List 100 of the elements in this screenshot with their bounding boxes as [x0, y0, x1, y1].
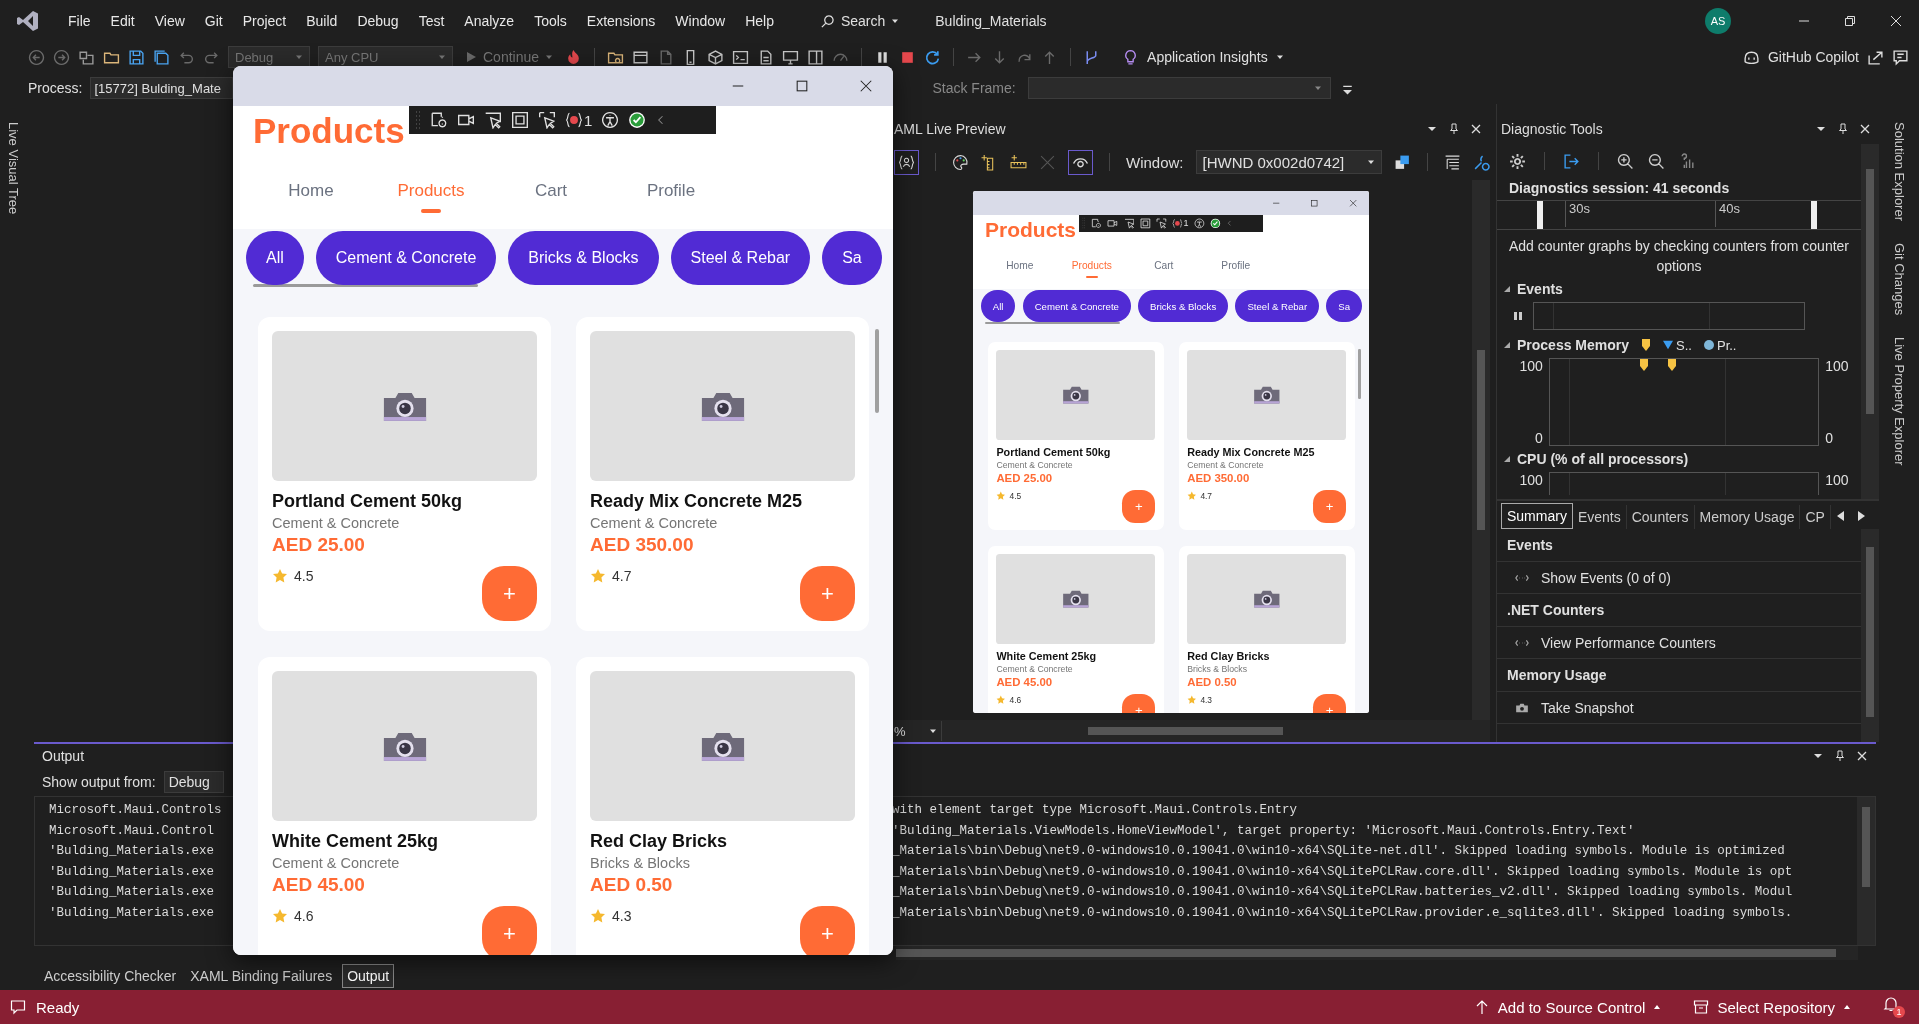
frame-icon[interactable]	[511, 111, 529, 129]
product-card[interactable]: Portland Cement 50kg Cement & Concrete AED 25.00 4.5 +	[988, 341, 1164, 530]
error-braces-icon[interactable]	[1172, 218, 1183, 229]
application-insights-button[interactable]: Application Insights	[1147, 49, 1284, 65]
notifications-button[interactable]: 1	[1883, 996, 1905, 1018]
side-tab[interactable]: Git Changes	[1886, 239, 1913, 320]
package-icon[interactable]	[707, 48, 725, 66]
restart-icon[interactable]	[924, 48, 942, 66]
back-icon[interactable]	[28, 48, 45, 66]
scrollbar[interactable]	[875, 329, 879, 413]
pointer-frame-icon[interactable]	[538, 111, 556, 129]
restore-icon[interactable]	[1842, 13, 1858, 29]
product-card[interactable]: Portland Cement 50kg Cement & Concrete AED 25.00 4.5 +	[258, 317, 551, 631]
github-copilot-button[interactable]: GitHub Copilot	[1767, 49, 1859, 65]
close-icon[interactable]	[859, 79, 873, 93]
menu-item[interactable]: Test	[408, 9, 455, 33]
category-chip[interactable]: Steel & Rebar	[1235, 290, 1320, 323]
scrollbar[interactable]	[1861, 529, 1879, 742]
scrollbar[interactable]	[1358, 348, 1361, 400]
new-project-icon[interactable]	[78, 48, 95, 66]
error-braces-icon[interactable]	[565, 111, 583, 129]
ruler-icon[interactable]	[1010, 153, 1027, 171]
side-tab[interactable]: Live Property Explorer	[1886, 333, 1913, 470]
summary-link[interactable]: View Performance Counters	[1541, 634, 1716, 651]
menu-item[interactable]: Edit	[100, 9, 145, 33]
side-tab[interactable]: Live Visual Tree	[0, 118, 27, 219]
share-icon[interactable]	[1867, 48, 1884, 66]
eye-icon[interactable]	[1068, 149, 1093, 175]
summary-link[interactable]: Show Events (0 of 0)	[1541, 569, 1671, 586]
side-tab[interactable]: Solution Explorer	[1886, 118, 1913, 225]
product-card[interactable]: Ready Mix Concrete M25 Cement & Concrete AED 350.00 4.7 +	[576, 317, 869, 631]
scrollbar[interactable]	[1857, 797, 1875, 945]
menu-item[interactable]: Analyze	[454, 9, 525, 33]
chart-help-icon[interactable]	[1679, 152, 1696, 170]
product-card[interactable]: White Cement 25kg Cement & Concrete AED 45.00 4.6 +	[258, 657, 551, 955]
save-icon[interactable]	[128, 48, 145, 66]
menu-item[interactable]: Tools	[524, 9, 577, 33]
summary-link[interactable]: Take Snapshot	[1541, 699, 1634, 716]
scroll-left-icon[interactable]	[1836, 511, 1845, 521]
category-chip[interactable]: Steel & Rebar	[670, 231, 811, 285]
tab[interactable]: XAML Binding Failures	[186, 965, 337, 987]
window-icon[interactable]	[632, 48, 650, 66]
tab[interactable]: CP	[1800, 505, 1831, 529]
scroll-right-icon[interactable]	[1856, 511, 1865, 521]
pin-icon[interactable]	[1834, 750, 1846, 762]
accessibility-icon[interactable]	[601, 111, 620, 129]
search-button[interactable]: Search	[813, 9, 906, 33]
zoom-in-icon[interactable]	[1617, 152, 1634, 170]
zoom-out-icon[interactable]	[1648, 152, 1665, 170]
tab[interactable]: Cart	[1127, 254, 1200, 280]
menu-item[interactable]: File	[58, 9, 101, 33]
product-card[interactable]: Red Clay Bricks Bricks & Blocks AED 0.50 4.3 +	[576, 657, 869, 955]
terminal-icon[interactable]	[732, 48, 750, 66]
add-to-source-control-button[interactable]: Add to Source Control	[1473, 998, 1662, 1016]
windows-icon[interactable]	[1394, 153, 1411, 171]
pin-icon[interactable]	[1448, 123, 1460, 135]
menu-item[interactable]: Git	[194, 9, 233, 33]
tab[interactable]: Events	[1572, 505, 1627, 529]
palette-icon[interactable]	[952, 153, 969, 171]
scrollbar[interactable]	[1472, 180, 1490, 720]
category-chip[interactable]: Bricks & Blocks	[508, 231, 659, 285]
close-icon[interactable]	[1888, 13, 1904, 29]
tab[interactable]: Cart	[491, 170, 611, 215]
menu-item[interactable]: View	[144, 9, 195, 33]
menu-item[interactable]: Debug	[347, 9, 409, 33]
user-braces-icon[interactable]	[894, 149, 919, 175]
panel-icon[interactable]	[807, 48, 825, 66]
tab[interactable]: Home	[983, 254, 1056, 280]
monitor-icon[interactable]	[782, 48, 800, 66]
menu-item[interactable]: Build	[296, 9, 348, 33]
menu-item[interactable]: Project	[232, 9, 297, 33]
tab[interactable]: Home	[251, 170, 371, 215]
window-dropdown[interactable]: [HWND 0x002d0742]	[1195, 150, 1382, 174]
category-chip[interactable]: Sa	[1326, 290, 1363, 323]
settings-icon[interactable]	[1509, 152, 1526, 170]
tab[interactable]: Summary	[1501, 503, 1573, 529]
menu-item[interactable]: Window	[665, 9, 736, 33]
tab[interactable]: Memory Usage	[1694, 505, 1801, 529]
copilot-icon[interactable]	[1742, 48, 1760, 66]
account-avatar[interactable]: AS	[1705, 8, 1731, 34]
tree-icon[interactable]	[1444, 153, 1461, 171]
wrench-icon[interactable]	[1473, 153, 1490, 171]
maximize-icon[interactable]	[795, 79, 809, 93]
category-chip[interactable]: Bricks & Blocks	[1138, 290, 1229, 323]
timeline-handle[interactable]	[1811, 201, 1817, 229]
output-source-dropdown[interactable]: Debug	[163, 771, 224, 793]
product-card[interactable]: Red Clay Bricks Bricks & Blocks AED 0.50 4.3 +	[1178, 545, 1355, 713]
scrollbar[interactable]	[896, 946, 1858, 960]
category-chip[interactable]: Cement & Concrete	[315, 231, 497, 285]
tab[interactable]: Profile	[1199, 254, 1272, 280]
pointer-icon[interactable]	[484, 111, 502, 129]
category-chip[interactable]: All	[980, 290, 1016, 323]
collapse-icon[interactable]	[1503, 341, 1511, 349]
pause-icon[interactable]	[1513, 311, 1523, 321]
check-circle-icon[interactable]	[1210, 218, 1221, 229]
tab[interactable]: Accessibility Checker	[40, 965, 181, 987]
forward-icon[interactable]	[53, 48, 70, 66]
product-card[interactable]: White Cement 25kg Cement & Concrete AED 45.00 4.6 +	[988, 545, 1164, 713]
export-icon[interactable]	[1563, 152, 1580, 170]
save-all-icon[interactable]	[153, 48, 170, 66]
